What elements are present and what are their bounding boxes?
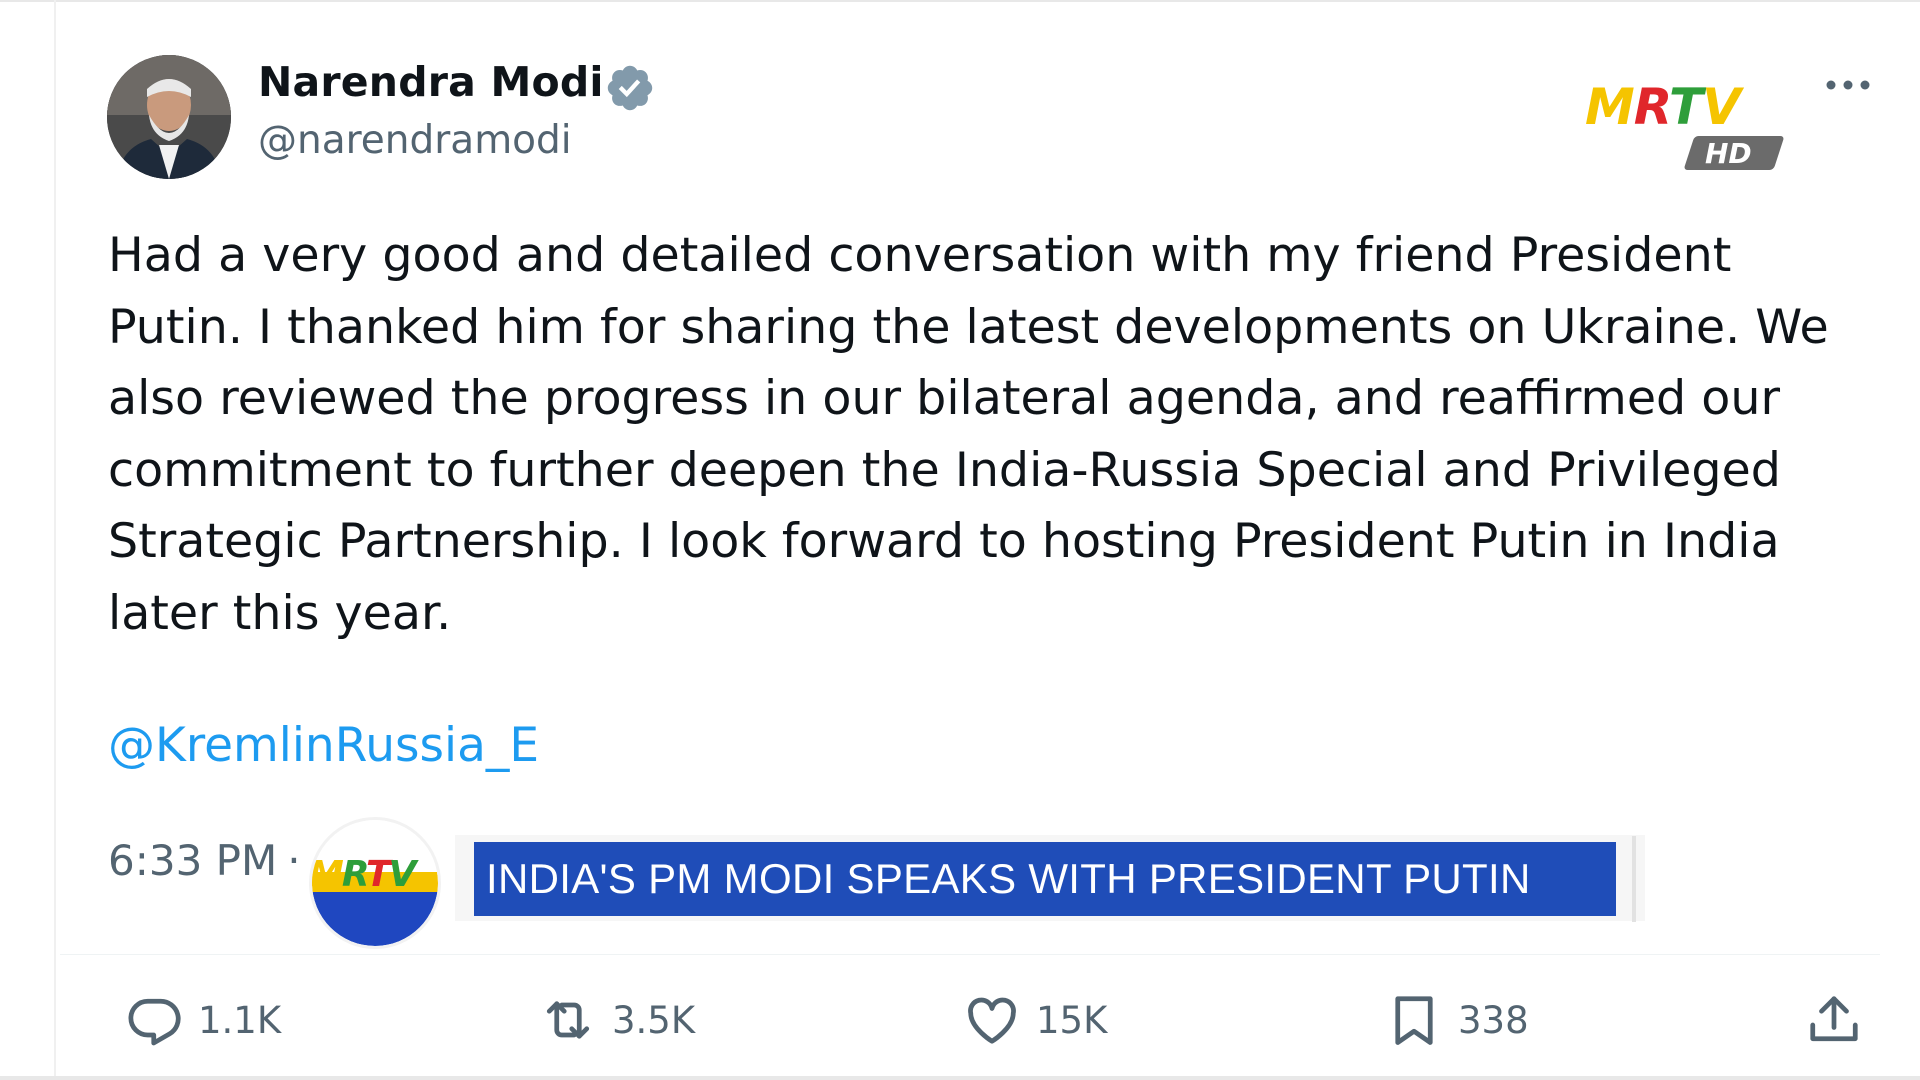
ticker-logo: MRTV <box>312 820 438 946</box>
retweet-button[interactable]: 3.5K <box>538 980 695 1060</box>
top-border <box>0 0 1920 2</box>
channel-logo-letter-r: R <box>1633 78 1670 136</box>
author-handle[interactable]: @narendramodi <box>258 118 572 163</box>
ticker-logo-letter-m: M <box>312 854 344 895</box>
channel-logo: MRTV HD <box>1585 82 1785 172</box>
left-border <box>54 0 56 1080</box>
share-icon <box>1810 996 1858 1042</box>
author-avatar[interactable] <box>107 55 231 179</box>
like-button[interactable]: 15K <box>962 980 1107 1060</box>
bookmark-button[interactable]: 338 <box>1384 980 1529 1060</box>
ticker-logo-graphic: MRTV <box>312 820 438 946</box>
reply-bubble-icon <box>128 998 181 1046</box>
tweet-timestamp[interactable]: 6:33 PM · <box>108 836 301 885</box>
actions-divider <box>60 954 1880 955</box>
news-ticker: INDIA'S PM MODI SPEAKS WITH PRESIDENT PU… <box>474 842 1616 916</box>
bottom-border <box>0 1076 1920 1080</box>
tweet-screenshot: Narendra Modi @narendramodi MRTV HD Had … <box>0 0 1920 1080</box>
avatar-image <box>107 55 231 179</box>
retweet-icon <box>546 1001 590 1039</box>
bookmark-icon <box>1395 996 1433 1045</box>
hd-badge-text: HD <box>1705 137 1752 170</box>
ticker-logo-letter-r: R <box>342 854 367 895</box>
time-separator: · <box>287 836 301 885</box>
verified-badge-icon <box>607 65 653 111</box>
author-name[interactable]: Narendra Modi <box>258 58 604 106</box>
bookmark-count: 338 <box>1458 998 1529 1042</box>
heart-icon <box>968 997 1016 1044</box>
tweet-time: 6:33 PM <box>108 836 278 885</box>
reply-button[interactable]: 1.1K <box>124 980 281 1060</box>
reply-count: 1.1K <box>198 998 282 1042</box>
svg-text:MRTV: MRTV <box>312 854 420 895</box>
ticker-end-cap <box>1632 836 1636 922</box>
more-options-icon[interactable] <box>1822 70 1874 100</box>
retweet-count: 3.5K <box>612 998 696 1042</box>
channel-logo-letter-m: M <box>1585 78 1635 136</box>
mention-link[interactable]: @KremlinRussia_E <box>108 718 539 773</box>
channel-logo-letter-t: T <box>1669 78 1703 136</box>
share-button[interactable] <box>1804 980 1864 1060</box>
channel-logo-letter-v: V <box>1702 78 1741 136</box>
channel-logo-text: MRTV <box>1585 82 1741 132</box>
like-count: 15K <box>1036 998 1108 1042</box>
tweet-text: Had a very good and detailed conversatio… <box>108 228 1829 641</box>
tweet-actions: 1.1K 3.5K 15K 338 <box>0 980 1920 1060</box>
